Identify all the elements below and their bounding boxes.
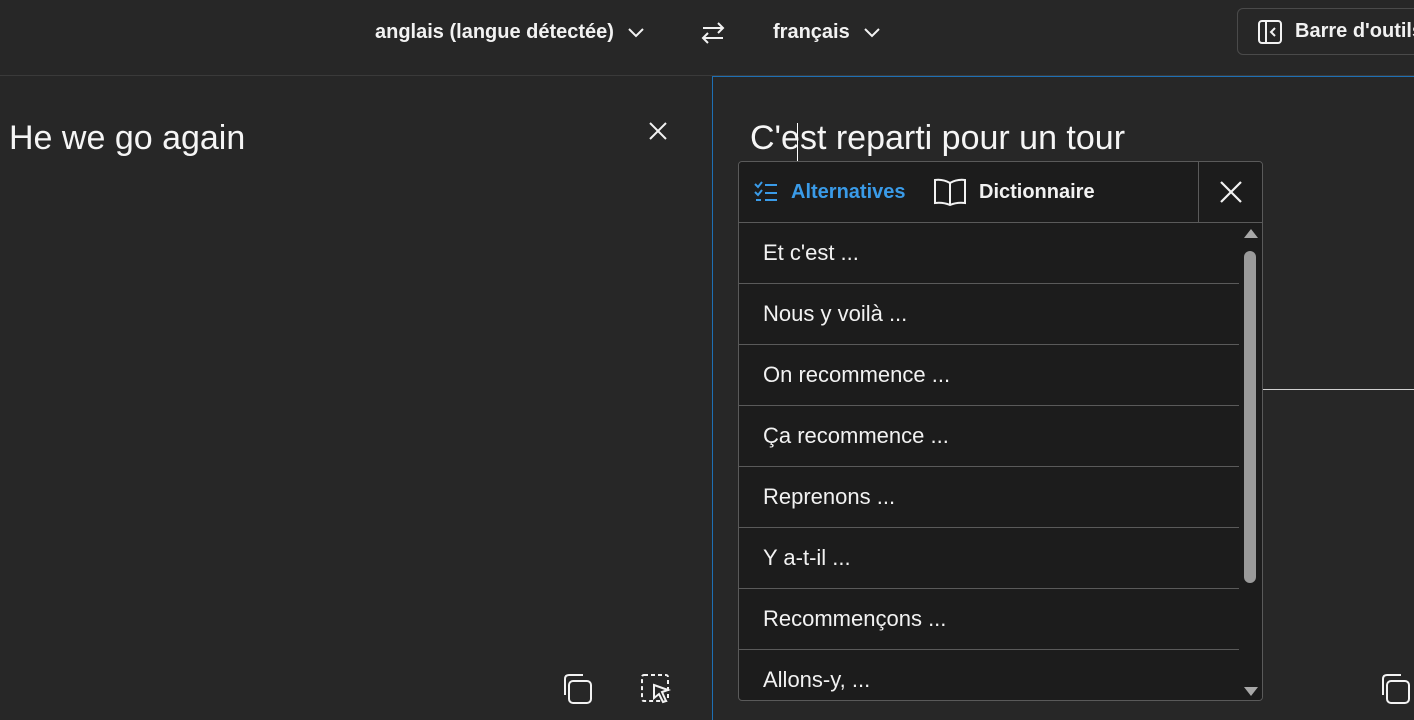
select-text-button[interactable]	[638, 671, 674, 707]
alternative-item[interactable]: Y a-t-il ...	[739, 528, 1239, 589]
copy-icon	[1382, 674, 1410, 704]
toolbar-button[interactable]: Barre d'outils	[1237, 8, 1414, 55]
close-icon	[649, 122, 667, 140]
copy-icon	[564, 674, 592, 704]
tab-alternatives-label: Alternatives	[791, 180, 906, 203]
toolbar-label: Barre d'outils	[1295, 20, 1414, 42]
tab-dictionary[interactable]: Dictionnaire	[933, 162, 1095, 222]
alternative-item[interactable]: Reprenons ...	[739, 467, 1239, 528]
chevron-down-icon	[628, 28, 644, 38]
sidebar-collapse-icon	[1258, 19, 1282, 44]
source-language-label: anglais (langue détectée)	[375, 20, 614, 43]
alternative-item[interactable]: Allons-y, ...	[739, 650, 1239, 700]
swap-icon	[701, 22, 725, 44]
clear-source-button[interactable]	[644, 117, 672, 145]
alternative-item[interactable]: On recommence ...	[739, 345, 1239, 406]
list-icon	[754, 181, 777, 201]
alternative-item[interactable]: Nous y voilà ...	[739, 284, 1239, 345]
swap-languages-button[interactable]	[696, 16, 730, 50]
copy-target-button[interactable]	[1377, 671, 1413, 707]
top-bar: anglais (langue détectée) français Barre…	[0, 0, 1414, 76]
alternative-item[interactable]: Recommençons ...	[739, 589, 1239, 650]
scroll-up-arrow[interactable]	[1244, 229, 1258, 238]
close-icon	[1219, 181, 1242, 203]
alternatives-list: Et c'est ... Nous y voilà ... On recomme…	[739, 223, 1239, 700]
select-cursor-icon	[641, 674, 672, 704]
scroll-down-arrow[interactable]	[1244, 687, 1258, 696]
target-language-label: français	[773, 20, 850, 43]
chevron-down-icon	[864, 28, 880, 38]
popup-header: Alternatives Dictionnaire	[739, 162, 1262, 223]
book-icon	[934, 178, 966, 207]
target-language-selector[interactable]: français	[773, 14, 882, 50]
text-caret	[797, 123, 798, 161]
scroll-thumb[interactable]	[1244, 251, 1256, 583]
close-popup-button[interactable]	[1198, 162, 1262, 222]
alternative-item[interactable]: Et c'est ...	[739, 223, 1239, 284]
alternative-item[interactable]: Ça recommence ...	[739, 406, 1239, 467]
tab-dictionary-label: Dictionnaire	[979, 180, 1095, 203]
divider-line	[1263, 389, 1414, 390]
tab-alternatives[interactable]: Alternatives	[753, 162, 906, 222]
source-text[interactable]: He we go again	[9, 119, 245, 158]
popup-scrollbar[interactable]	[1239, 223, 1262, 700]
copy-source-button[interactable]	[559, 671, 595, 707]
source-language-selector[interactable]: anglais (langue détectée)	[375, 14, 646, 50]
source-pane: He we go again	[0, 77, 712, 720]
alternatives-popup: Alternatives Dictionnaire Et c'est ... N…	[738, 161, 1263, 701]
target-text[interactable]: C'est reparti pour un tour	[750, 119, 1125, 158]
